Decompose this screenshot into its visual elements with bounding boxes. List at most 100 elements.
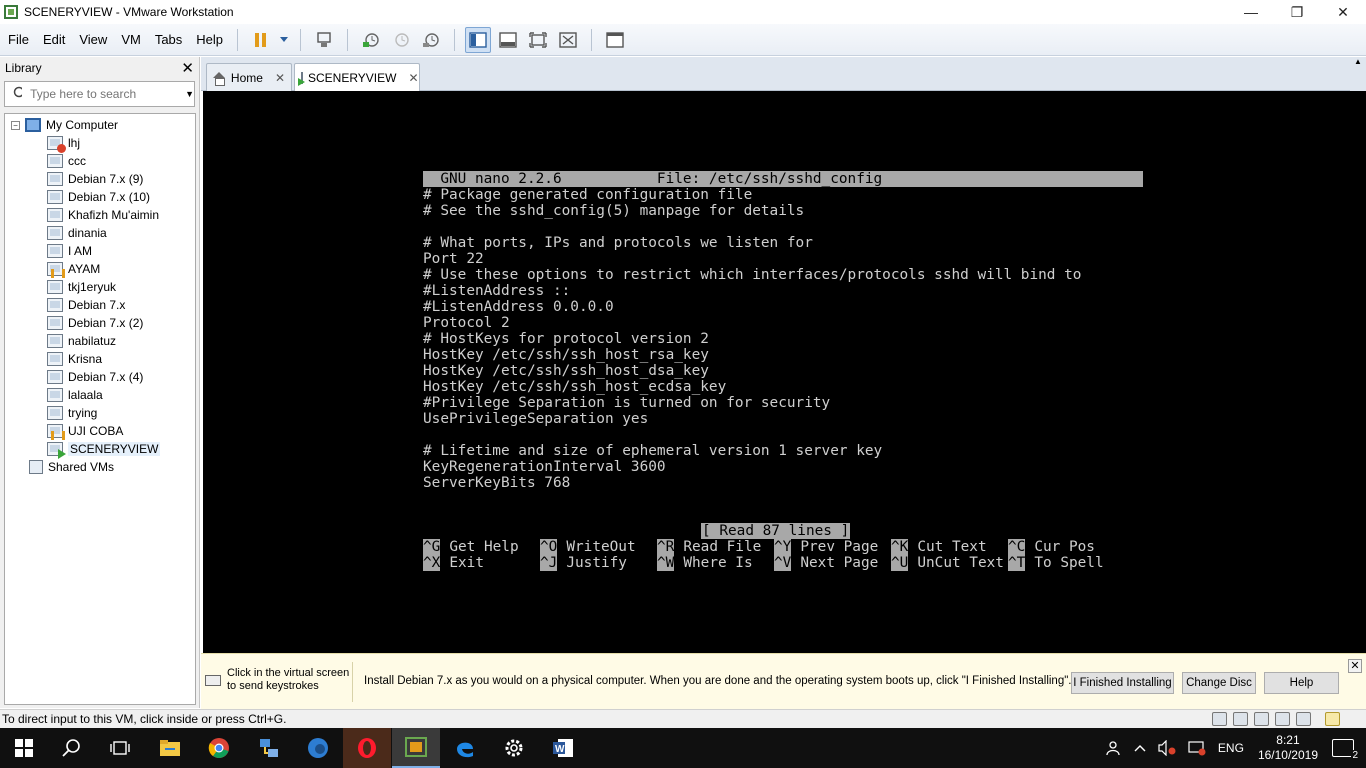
- library-header: Library ✕: [0, 57, 199, 79]
- printer-icon[interactable]: [1275, 712, 1290, 726]
- tab-scroll-icon[interactable]: ▲: [1350, 57, 1366, 91]
- tree-item-vm[interactable]: Krisna: [47, 350, 102, 368]
- network-app-icon[interactable]: [245, 728, 293, 768]
- tree-item-vm[interactable]: UJI COBA: [47, 422, 123, 440]
- snapshot-manager-icon[interactable]: [418, 27, 444, 53]
- start-icon[interactable]: [0, 728, 48, 768]
- chrome-icon[interactable]: [195, 728, 243, 768]
- language-indicator[interactable]: ENG: [1218, 741, 1244, 755]
- tab-close-icon[interactable]: ✕: [275, 71, 285, 85]
- tree-item-vm[interactable]: I AM: [47, 242, 92, 260]
- tree-item-vm[interactable]: ccc: [47, 152, 86, 170]
- vm-icon: [47, 406, 63, 420]
- pause-icon[interactable]: [248, 27, 274, 53]
- terminal-line: UsePrivilegeSeparation yes: [423, 411, 649, 427]
- tree-label: My Computer: [46, 118, 119, 132]
- opera-icon[interactable]: [343, 728, 391, 768]
- toolbar-separator: [347, 28, 349, 51]
- library-close-icon[interactable]: ✕: [181, 59, 194, 77]
- help-button[interactable]: Help: [1264, 672, 1339, 694]
- close-button[interactable]: ✕: [1320, 0, 1366, 24]
- send-ctrl-alt-del-icon[interactable]: [311, 27, 337, 53]
- collapse-icon[interactable]: −: [11, 120, 20, 130]
- tree-item-vm[interactable]: trying: [47, 404, 97, 422]
- task-view-icon[interactable]: [96, 728, 144, 768]
- menu-view[interactable]: View: [73, 32, 113, 47]
- tab-home[interactable]: Home ✕: [206, 63, 292, 91]
- tree-item-vm-selected[interactable]: SCENERYVIEW: [47, 440, 161, 459]
- tree-item-vm[interactable]: Debian 7.x: [47, 296, 125, 314]
- nano-shortcut: ^X Exit: [423, 555, 540, 571]
- action-center-icon[interactable]: 2: [1332, 739, 1359, 761]
- terminal-line: # HostKeys for protocol version 2: [423, 331, 709, 347]
- clock[interactable]: 8:21 16/10/2019: [1258, 733, 1318, 763]
- change-disc-button[interactable]: Change Disc: [1182, 672, 1256, 694]
- tab-close-icon[interactable]: ✕: [408, 71, 418, 85]
- menu-help[interactable]: Help: [190, 32, 229, 47]
- tab-label: SCENERYVIEW: [308, 71, 397, 85]
- terminal-line: ServerKeyBits 768: [423, 475, 571, 491]
- snapshot-icon[interactable]: [358, 27, 384, 53]
- console-view-icon[interactable]: [602, 27, 628, 53]
- device-icons: [1206, 712, 1340, 726]
- menu-tabs[interactable]: Tabs: [149, 32, 188, 47]
- cd-dvd-icon[interactable]: [1233, 712, 1248, 726]
- hard-disk-icon[interactable]: [1212, 712, 1227, 726]
- show-library-icon[interactable]: [465, 26, 492, 53]
- thumbnail-bar-icon[interactable]: [495, 27, 521, 53]
- library-search-input[interactable]: [30, 87, 186, 101]
- revert-snapshot-icon[interactable]: [388, 27, 414, 53]
- tree-item-vm[interactable]: lalaala: [47, 386, 103, 404]
- tree-item-vm[interactable]: lhj: [47, 134, 80, 153]
- window-title: SCENERYVIEW - VMware Workstation: [24, 5, 234, 19]
- tree-item-vm[interactable]: nabilatuz: [47, 332, 116, 350]
- minimize-button[interactable]: —: [1228, 0, 1274, 24]
- unity-icon[interactable]: [555, 27, 581, 53]
- tree-item-vm[interactable]: Debian 7.x (9): [47, 170, 143, 188]
- tree-item-vm[interactable]: dinania: [47, 224, 107, 242]
- dropdown-icon[interactable]: [278, 27, 290, 53]
- full-screen-icon[interactable]: [525, 27, 551, 53]
- edge-icon[interactable]: [441, 728, 489, 768]
- network-adapter-icon[interactable]: [1254, 712, 1269, 726]
- shortcut-key: ^W: [657, 555, 675, 571]
- library-search: ▼: [4, 81, 195, 107]
- tree-item-vm[interactable]: Khafizh Mu'aimin: [47, 206, 159, 224]
- sound-card-icon[interactable]: [1296, 712, 1311, 726]
- home-icon: [213, 71, 226, 86]
- maximize-button[interactable]: ❐: [1274, 0, 1320, 24]
- word-icon[interactable]: W: [539, 728, 587, 768]
- vm-console-screen[interactable]: GNU nano 2.2.6 File: /etc/ssh/sshd_confi…: [203, 91, 1366, 653]
- tree-label: AYAM: [68, 262, 101, 276]
- edge-chromium-icon[interactable]: [294, 728, 342, 768]
- tree-item-vm[interactable]: AYAM: [47, 260, 100, 278]
- tree-root-my-computer[interactable]: − My Computer: [11, 116, 118, 134]
- hint-close-icon[interactable]: ✕: [1348, 659, 1362, 673]
- vmware-icon[interactable]: [392, 728, 440, 768]
- tree-label: Khafizh Mu'aimin: [68, 208, 159, 222]
- menu-vm[interactable]: VM: [115, 32, 147, 47]
- tree-item-vm[interactable]: Debian 7.x (4): [47, 368, 143, 386]
- menu-file[interactable]: File: [2, 32, 35, 47]
- tree-label: lalaala: [68, 388, 103, 402]
- tree-item-vm[interactable]: Debian 7.x (2): [47, 314, 143, 332]
- show-hidden-icons-icon[interactable]: [1134, 744, 1146, 752]
- volume-muted-icon[interactable]: [1158, 740, 1176, 756]
- settings-icon[interactable]: [490, 728, 538, 768]
- vm-icon: [47, 316, 63, 330]
- message-log-icon[interactable]: [1325, 712, 1340, 726]
- notification-count: 2: [1351, 750, 1359, 761]
- windows-taskbar: W ENG 8:21 16/10/2019 2: [0, 728, 1366, 768]
- tree-item-vm[interactable]: tkj1eryuk: [47, 278, 116, 296]
- menu-edit[interactable]: Edit: [37, 32, 71, 47]
- network-disconnected-icon[interactable]: [1188, 740, 1206, 756]
- people-icon[interactable]: [1106, 740, 1122, 756]
- finished-installing-button[interactable]: I Finished Installing: [1071, 672, 1174, 694]
- tab-sceneryview[interactable]: SCENERYVIEW ✕: [294, 63, 420, 92]
- search-dropdown-icon[interactable]: ▼: [185, 89, 194, 99]
- tree-item-vm[interactable]: Debian 7.x (10): [47, 188, 150, 206]
- vm-error-icon: [47, 136, 66, 153]
- file-explorer-icon[interactable]: [146, 728, 194, 768]
- tree-item-shared-vms[interactable]: Shared VMs: [29, 458, 114, 476]
- search-icon[interactable]: [48, 728, 96, 768]
